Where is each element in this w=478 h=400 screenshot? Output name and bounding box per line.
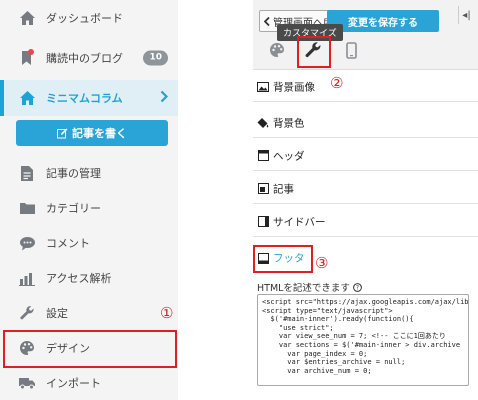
comment-icon: [18, 234, 36, 252]
design-editor-panel: 管理画面へ戻る 変更を保存する ◂| カスタマイズ 背景画像: [253, 0, 478, 400]
sidebar-item-label: コメント: [46, 237, 90, 250]
unread-count-badge: 10: [143, 50, 168, 66]
folder-icon: [18, 199, 36, 217]
help-icon[interactable]: ?: [353, 282, 362, 292]
image-icon: [257, 81, 269, 93]
sidebar-item-settings[interactable]: 設定: [0, 295, 178, 331]
sidebar-item-label: アクセス解析: [46, 272, 112, 285]
write-article-label: 記事を書く: [72, 127, 127, 140]
sidebar-item-label: カテゴリー: [46, 202, 101, 215]
sidebar-item-articles[interactable]: 記事の管理: [0, 155, 178, 191]
section-label: ヘッダ: [273, 150, 305, 162]
chevron-left-icon: [264, 16, 270, 26]
section-label: 背景画像: [273, 81, 315, 93]
section-background-image[interactable]: 背景画像: [253, 72, 478, 102]
chart-icon: [18, 269, 36, 287]
sidebar-item-current-blog[interactable]: ミニマムコラム: [0, 80, 178, 116]
tab-smartphone[interactable]: [341, 41, 361, 63]
blog-home-icon: [18, 89, 36, 107]
header-layout-icon: [257, 150, 269, 162]
section-background-color[interactable]: 背景色: [253, 108, 478, 138]
html-input-label: HTMLを記述できます ?: [257, 280, 362, 294]
sidebar-item-label: ミニマムコラム: [46, 92, 123, 105]
customize-tab-highlight-box: [297, 36, 331, 68]
section-article[interactable]: 記事: [253, 174, 478, 204]
save-changes-button[interactable]: 変更を保存する: [327, 10, 439, 32]
section-header[interactable]: ヘッダ: [253, 141, 478, 171]
sidebar-item-comments[interactable]: コメント: [0, 225, 178, 261]
editor-header: 管理画面へ戻る 変更を保存する ◂| カスタマイズ: [253, 0, 478, 70]
article-layout-icon: [257, 183, 269, 195]
annotation-number-2: ②: [330, 74, 344, 92]
home-icon: [18, 9, 36, 27]
svg-text:?: ?: [356, 284, 359, 291]
sidebar-item-subscribed-blogs[interactable]: 購読中のブログ 10: [0, 40, 178, 76]
footer-html-textarea[interactable]: <script src="https://ajax.googleapis.com…: [257, 294, 469, 386]
document-icon: [18, 164, 36, 182]
tab-design-palette[interactable]: [267, 42, 287, 62]
sidebar-layout-icon: [257, 216, 269, 228]
sidebar-item-analytics[interactable]: アクセス解析: [0, 260, 178, 296]
section-label: 背景色: [273, 117, 305, 129]
sidebar-item-categories[interactable]: カテゴリー: [0, 190, 178, 226]
annotation-number-3: ③: [315, 254, 329, 272]
footer-highlight-box: [253, 245, 313, 273]
write-article-button[interactable]: 記事を書く: [16, 120, 168, 146]
annotation-number-1: ①: [160, 304, 174, 322]
sidebar-item-label: 購読中のブログ: [46, 52, 123, 65]
section-sidebar[interactable]: サイドバー: [253, 207, 478, 237]
collapse-panel-button[interactable]: ◂|: [458, 6, 474, 24]
sidebar-item-label: 記事の管理: [46, 167, 101, 180]
wrench-icon: [18, 304, 36, 322]
html-label-text: HTMLを記述できます: [257, 283, 350, 294]
design-highlight-box: [3, 330, 177, 368]
sidebar-item-dashboard[interactable]: ダッシュボード: [0, 0, 178, 36]
edit-pen-icon: [57, 128, 68, 139]
sidebar-item-label: インポート: [46, 377, 101, 390]
bookmark-icon: [18, 49, 36, 67]
palette-icon: [269, 42, 285, 62]
sidebar-item-import[interactable]: インポート: [0, 365, 178, 400]
sidebar-item-label: 設定: [46, 307, 68, 320]
section-label: 記事: [273, 183, 294, 195]
truck-icon: [18, 374, 36, 392]
section-label: サイドバー: [273, 216, 326, 228]
chevron-right-icon: [160, 90, 169, 106]
sidebar-item-label: ダッシュボード: [46, 12, 123, 25]
mobile-icon: [345, 41, 357, 63]
paint-bucket-icon: [257, 117, 269, 129]
